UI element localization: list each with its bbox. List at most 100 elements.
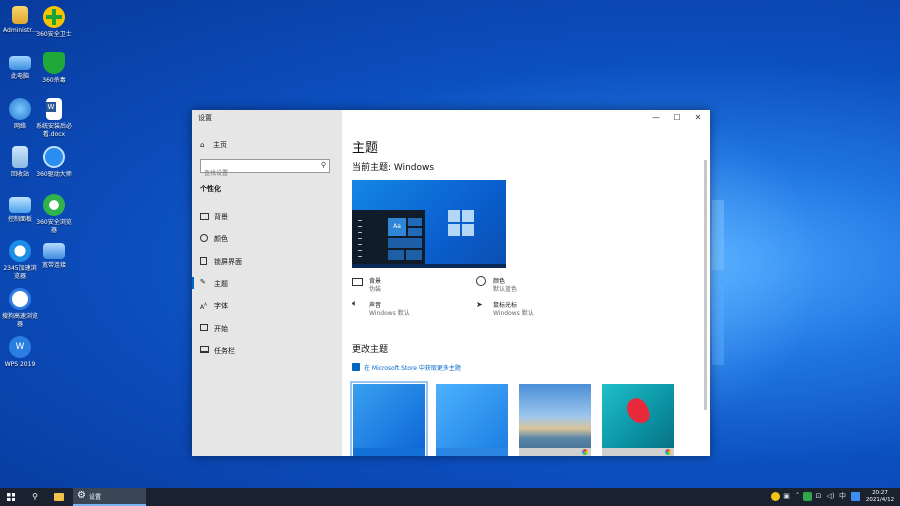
theme-preview: Aa xyxy=(352,180,506,268)
section-heading: 个性化 xyxy=(200,185,221,193)
tray-360-icon[interactable] xyxy=(771,492,780,501)
word-document-icon: W xyxy=(46,98,62,120)
window-titlebar[interactable]: 设置 — ☐ ✕ xyxy=(192,110,710,126)
broadband-icon xyxy=(43,243,65,259)
taskbar: ⚲ ⚙ 设置 ▣ ˄ ⊡ ◁) 中 20:27 2021/4/12 xyxy=(0,488,900,506)
theme-thumbnail-windows[interactable] xyxy=(350,381,428,456)
desktop-icon-360-security[interactable]: 360安全卫士 xyxy=(35,6,73,39)
theme-color-strip xyxy=(519,448,591,456)
windows-logo-icon xyxy=(448,210,474,236)
desktop-icon-network[interactable]: 网络 xyxy=(1,98,39,131)
360-driver-icon xyxy=(43,146,65,168)
network-icon xyxy=(9,98,31,120)
sogou-browser-icon xyxy=(9,288,31,310)
color-setting[interactable]: 颜色 默认蓝色 xyxy=(476,276,586,294)
desktop-icon-360-browser[interactable]: 360安全浏览器 xyxy=(35,194,73,235)
palette-icon xyxy=(200,234,208,242)
store-link[interactable]: 在 Microsoft Store 中获取更多主题 xyxy=(352,363,461,372)
change-theme-heading: 更改主题 xyxy=(352,345,389,355)
gear-icon: ⚙ xyxy=(77,490,86,501)
sidebar-item-start[interactable]: 开始 xyxy=(192,318,342,338)
sidebar-item-taskbar[interactable]: 任务栏 xyxy=(192,340,342,360)
settings-search-box[interactable]: ⚲ xyxy=(200,159,330,179)
taskbar-clock[interactable]: 20:27 2021/4/12 xyxy=(860,490,900,504)
home-nav[interactable]: ⌂ 主页 xyxy=(200,140,227,150)
minimize-button[interactable]: — xyxy=(646,110,666,126)
tray-volume-icon[interactable]: ◁) xyxy=(826,492,835,501)
wps-icon: W xyxy=(9,336,31,358)
360-security-icon xyxy=(43,6,65,28)
lock-screen-icon xyxy=(200,257,207,265)
font-icon: AA xyxy=(200,302,207,311)
maximize-button[interactable]: ☐ xyxy=(667,110,687,126)
sidebar-item-themes[interactable]: ✎ 主题 xyxy=(192,273,342,293)
theme-thumbnail-windows-light[interactable] xyxy=(436,384,508,456)
search-button[interactable]: ⚲ xyxy=(24,488,46,506)
tray-chevron-icon[interactable]: ˄ xyxy=(793,492,802,501)
360-browser-icon xyxy=(43,194,65,216)
theme-color-strip xyxy=(353,448,425,456)
cursor-icon: ➤ xyxy=(476,300,483,309)
theme-thumbnail-glow[interactable] xyxy=(519,384,591,456)
search-icon: ⚲ xyxy=(320,161,326,169)
tray-notification-icon[interactable] xyxy=(851,492,860,501)
multicolor-icon xyxy=(582,449,588,455)
desktop-icon-recycle-bin[interactable]: 回收站 xyxy=(1,146,39,179)
clock-date: 2021/4/12 xyxy=(865,497,895,503)
theme-color-strip xyxy=(436,448,508,456)
sidebar-item-lock-screen[interactable]: 锁屏界面 xyxy=(192,251,342,271)
preview-tile-text: Aa xyxy=(388,218,406,236)
page-title: 主题 xyxy=(352,141,379,156)
desktop-icon-administrator[interactable]: Administr... xyxy=(1,6,39,35)
search-input[interactable] xyxy=(201,168,317,179)
flower-shape xyxy=(623,394,653,428)
desktop-icon-360-driver[interactable]: 360驱动大师 xyxy=(35,146,73,179)
control-panel-icon xyxy=(9,197,31,213)
search-icon: ⚲ xyxy=(32,492,38,501)
tray-gamepad-icon[interactable]: ▣ xyxy=(782,492,791,501)
360-antivirus-icon xyxy=(43,52,65,74)
theme-thumbnail-flowers[interactable] xyxy=(602,384,674,456)
home-icon: ⌂ xyxy=(200,141,205,149)
multicolor-icon xyxy=(665,449,671,455)
sidebar-item-fonts[interactable]: AA 字体 xyxy=(192,295,342,315)
preview-tiles: Aa xyxy=(388,218,423,262)
desktop-icon-this-pc[interactable]: 此电脑 xyxy=(1,52,39,81)
file-explorer-button[interactable] xyxy=(48,488,70,506)
taskbar-settings-app[interactable]: ⚙ 设置 xyxy=(73,488,146,506)
recycle-bin-icon xyxy=(12,146,28,168)
desktop-icon-word-doc[interactable]: W 系统安装后必看.docx xyxy=(35,98,73,139)
sound-setting[interactable]: 🔈︎ 声音 Windows 默认 xyxy=(352,300,462,318)
sidebar-item-color[interactable]: 颜色 xyxy=(192,228,342,248)
clock-time: 20:27 xyxy=(872,490,888,496)
desktop-icon-2345-browser[interactable]: 2345加速浏览器 xyxy=(1,240,39,281)
settings-sidebar: ⌂主页 ⚲ 个性化 背景 颜色 锁屏界面 ✎ 主题 AA 字体 xyxy=(192,110,342,456)
image-icon xyxy=(352,278,363,286)
window-title: 设置 xyxy=(198,114,212,122)
background-setting[interactable]: 背景 伪装 xyxy=(352,276,462,294)
taskbar-icon xyxy=(200,346,209,353)
brush-icon: ✎ xyxy=(200,278,206,286)
tray-network-icon[interactable]: ⊡ xyxy=(814,492,823,501)
user-folder-icon xyxy=(12,6,28,24)
desktop-icon-wps[interactable]: W WPS 2019 xyxy=(1,336,39,369)
computer-icon xyxy=(9,56,31,70)
desktop-icon-360-antivirus[interactable]: 360杀毒 xyxy=(35,52,73,85)
store-icon xyxy=(352,363,360,371)
folder-icon xyxy=(54,493,64,501)
desktop-icon-broadband[interactable]: 宽带连接 xyxy=(35,240,73,270)
themes-page: 主题 当前主题: Windows Aa 背景 伪装 颜色 默认蓝色 🔈︎ 声音 … xyxy=(342,126,697,456)
cursor-setting[interactable]: ➤ 鼠标光标 Windows 默认 xyxy=(476,300,586,318)
close-button[interactable]: ✕ xyxy=(688,110,708,126)
desktop-icon-sogou-browser[interactable]: 搜狗高速浏览器 xyxy=(1,288,39,329)
scrollbar[interactable] xyxy=(704,160,707,410)
tray-input-method[interactable]: 中 xyxy=(838,492,847,501)
wallpaper-light-beam xyxy=(712,200,724,270)
settings-window: ⌂主页 ⚲ 个性化 背景 颜色 锁屏界面 ✎ 主题 AA 字体 xyxy=(192,110,710,456)
tray-shield-icon[interactable] xyxy=(803,492,812,501)
theme-color-strip xyxy=(602,448,674,456)
windows-logo-icon xyxy=(7,493,15,501)
desktop-icon-control-panel[interactable]: 控制面板 xyxy=(1,194,39,224)
sidebar-item-background[interactable]: 背景 xyxy=(192,206,342,226)
start-button[interactable] xyxy=(0,488,22,506)
